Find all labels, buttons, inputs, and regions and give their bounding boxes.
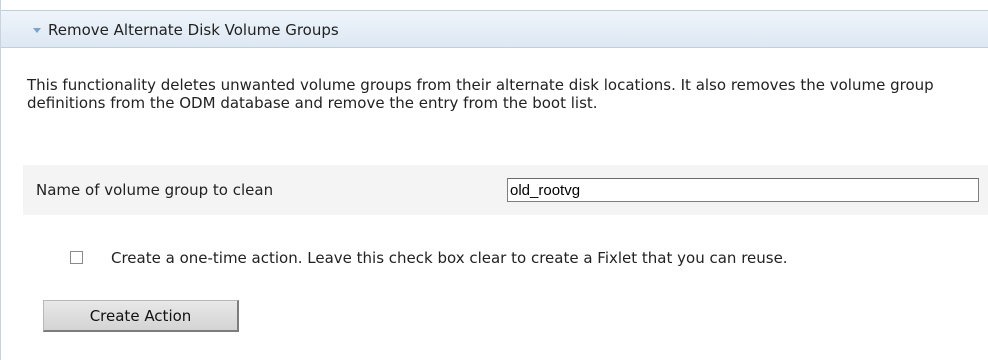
remove-alt-disk-panel: Remove Alternate Disk Volume Groups This… — [0, 0, 988, 360]
create-action-button[interactable]: Create Action — [43, 300, 239, 332]
volume-group-row: Name of volume group to clean — [23, 165, 988, 215]
one-time-action-label: Create a one-time action. Leave this che… — [111, 249, 788, 267]
volume-group-label: Name of volume group to clean — [36, 181, 274, 199]
one-time-action-checkbox[interactable] — [70, 251, 83, 264]
volume-group-input[interactable] — [507, 178, 979, 202]
panel-header[interactable]: Remove Alternate Disk Volume Groups — [1, 10, 988, 48]
description-text: This functionality deletes unwanted volu… — [27, 76, 934, 112]
chevron-down-icon[interactable] — [33, 28, 41, 33]
panel-title: Remove Alternate Disk Volume Groups — [48, 21, 339, 39]
